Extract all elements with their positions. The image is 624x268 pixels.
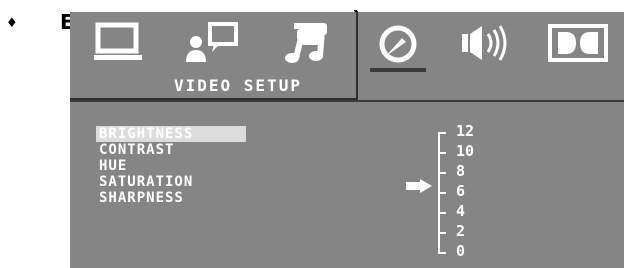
music-note-icon[interactable] (280, 18, 330, 68)
video-setup-menu: BRIGHTNESS CONTRAST HUE SATURATION SHARP… (96, 126, 246, 206)
dolby-icon[interactable] (548, 18, 608, 68)
scale-tick (438, 132, 446, 134)
scale-label: 10 (456, 142, 475, 160)
scale-label: 4 (456, 202, 466, 220)
scale-label: 8 (456, 162, 466, 180)
menu-item-brightness[interactable]: BRIGHTNESS (96, 126, 246, 142)
osd-screen: VIDEO SETUP BRIGHTNESS CONTRAST HUE SATU… (70, 12, 624, 268)
scale-label: 6 (456, 182, 466, 200)
scale-tick (438, 192, 446, 194)
menu-item-contrast[interactable]: CONTRAST (96, 142, 246, 158)
scale-label: 0 (456, 242, 466, 260)
video-dial-icon[interactable] (372, 18, 424, 68)
menu-item-hue[interactable]: HUE (96, 158, 246, 174)
scale-tick (438, 252, 446, 254)
active-tab-indicator (370, 68, 426, 72)
menu-item-sharpness[interactable]: SHARPNESS (96, 190, 246, 206)
bullet-marker: ♦ (6, 16, 18, 31)
scale-tick (438, 172, 446, 174)
scale-tick (438, 232, 446, 234)
speech-bubble-person-icon[interactable] (182, 18, 242, 68)
scale-tick (438, 152, 446, 154)
menu-item-saturation[interactable]: SATURATION (96, 174, 246, 190)
header-divider (70, 100, 624, 102)
page-title: VIDEO SETUP (174, 76, 302, 95)
value-scale[interactable]: 12 10 8 6 4 2 0 (428, 118, 508, 268)
monitor-icon[interactable] (90, 18, 146, 68)
scale-label: 12 (456, 122, 475, 140)
speaker-icon[interactable] (458, 18, 514, 68)
scale-label: 2 (456, 222, 466, 240)
scale-tick (438, 212, 446, 214)
setup-tab-bar: VIDEO SETUP (70, 12, 624, 106)
